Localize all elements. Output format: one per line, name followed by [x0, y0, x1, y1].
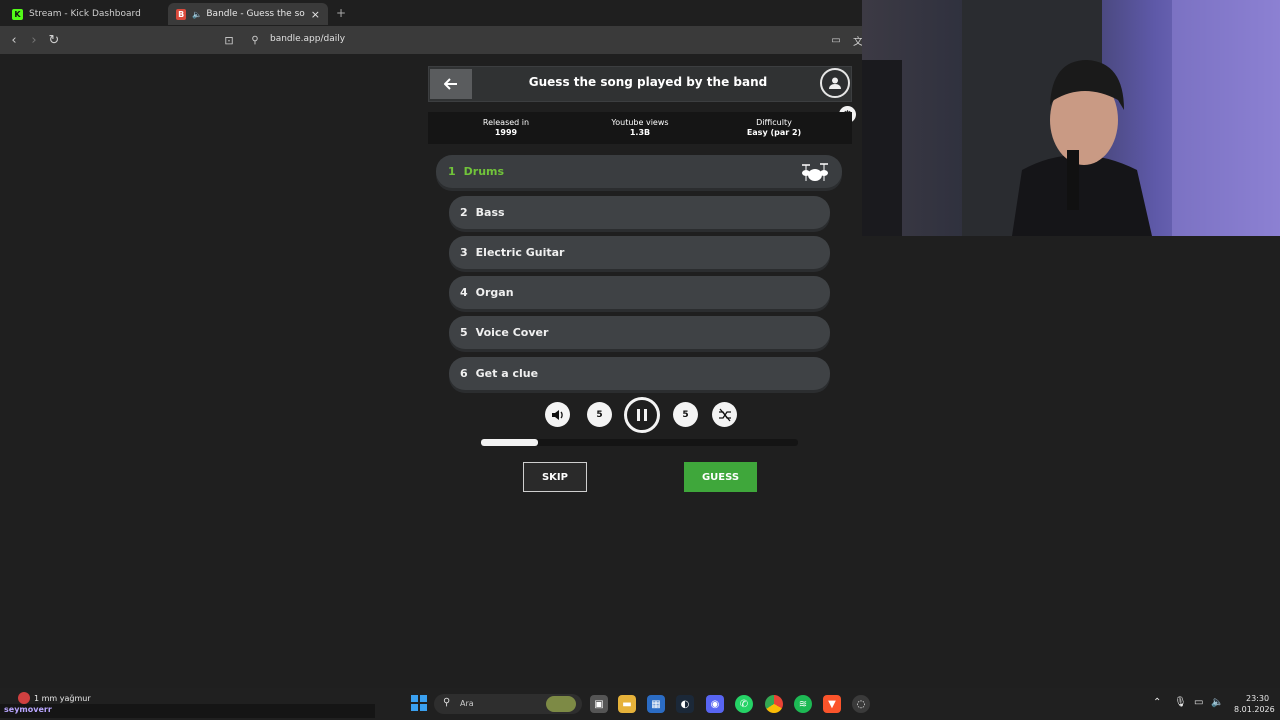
task-view-icon[interactable]: ▣ [590, 695, 608, 713]
browser-toolbar [0, 26, 862, 54]
stat-value: 1.3B [629, 128, 651, 137]
search-icon: ⚲ [443, 697, 451, 708]
speaker-icon: 🔈 [192, 9, 203, 19]
arrow-left-icon [444, 78, 457, 90]
brave-icon[interactable]: ▼ [823, 695, 841, 713]
shuffle-off-button[interactable] [712, 402, 737, 427]
kick-icon: K [12, 8, 23, 20]
user-profile-button[interactable] [820, 68, 850, 98]
discord-icon[interactable]: ◉ [706, 695, 724, 713]
weather-icon [18, 692, 30, 704]
pause-button[interactable] [624, 397, 660, 433]
instrument-number: 3 [460, 246, 468, 259]
rewind-5-icon: 5 [596, 409, 603, 420]
instrument-label: Electric Guitar [475, 246, 565, 259]
bandle-icon: B [176, 8, 187, 20]
whatsapp-icon[interactable]: ✆ [735, 695, 753, 713]
username-label: seymoverr [4, 705, 52, 714]
guess-button[interactable]: GUESS [684, 462, 757, 492]
forward-5-icon: 5 [682, 409, 689, 420]
tab-kick-dashboard[interactable]: K Stream - Kick Dashboard [4, 3, 164, 25]
instrument-row-drums[interactable]: 1 Drums [436, 155, 842, 188]
instrument-label: Bass [475, 206, 505, 219]
stat-value: 1999 [494, 128, 518, 137]
instrument-label: Voice Cover [475, 326, 549, 339]
steam-icon[interactable]: ◐ [676, 695, 694, 713]
app-icon[interactable]: ◌ [852, 695, 870, 713]
search-placeholder: Ara [460, 699, 474, 708]
release-year-stat: Released in 1999 [451, 118, 561, 138]
instrument-label: Drums [463, 165, 505, 178]
bookmark-icon[interactable]: ⊡ [221, 32, 237, 48]
site-info-icon[interactable]: ⚲ [247, 32, 263, 48]
windows-start-icon[interactable] [410, 694, 428, 712]
instrument-row-organ[interactable]: 4 Organ [449, 276, 830, 309]
tab-bandle[interactable]: B 🔈 Bandle - Guess the song, one × [168, 3, 328, 25]
forward-5-button[interactable]: 5 [673, 402, 698, 427]
difficulty-stat: Difficulty Easy (par 2) [719, 118, 829, 138]
close-tab-icon[interactable]: × [311, 8, 320, 21]
speaker-icon [551, 409, 563, 420]
spotify-icon[interactable]: ≋ [794, 695, 812, 713]
network-icon[interactable]: ▭ [1194, 697, 1203, 708]
cast-icon[interactable]: ▭ [828, 32, 844, 48]
instrument-number: 6 [460, 367, 468, 380]
clock-date[interactable]: 8.01.2026 [1234, 705, 1275, 714]
skip-button[interactable]: SKIP [523, 462, 587, 492]
volume-tray-icon[interactable]: 🔈 [1211, 697, 1223, 708]
clock-time[interactable]: 23:30 [1246, 694, 1269, 703]
playback-progress-fill [481, 439, 539, 446]
file-explorer-icon[interactable]: ▬ [618, 695, 636, 713]
instrument-row-get-a-clue[interactable]: 6 Get a clue [449, 357, 830, 390]
instrument-row-voice-cover[interactable]: 5 Voice Cover [449, 316, 830, 349]
stat-value: Easy (par 2) [746, 128, 802, 137]
chat-overlay-bar [0, 704, 375, 718]
webcam-overlay [862, 0, 1280, 236]
weather-text: 1 mm yağmur [34, 694, 91, 703]
instrument-label: Organ [475, 286, 514, 299]
pause-icon [637, 409, 647, 421]
stat-label: Youtube views [611, 118, 669, 127]
rewind-5-button[interactable]: 5 [587, 402, 612, 427]
back-icon[interactable]: ‹ [6, 32, 22, 48]
shuffle-off-icon [718, 408, 731, 421]
instrument-row-electric-guitar[interactable]: 3 Electric Guitar [449, 236, 830, 269]
instrument-number: 1 [448, 165, 456, 178]
tab-label: Bandle - Guess the song, one [206, 9, 305, 19]
chrome-icon[interactable] [765, 695, 783, 713]
microphone-icon[interactable]: 🎙 [1174, 697, 1187, 708]
back-arrow-button[interactable] [430, 69, 472, 99]
new-tab-button[interactable]: + [336, 6, 346, 20]
user-icon [829, 77, 841, 89]
stat-label: Difficulty [756, 118, 792, 127]
instrument-label: Get a clue [475, 367, 539, 380]
reload-icon[interactable]: ↻ [46, 32, 62, 48]
tray-chevron-icon[interactable]: ⌃ [1153, 697, 1161, 708]
tab-label: Stream - Kick Dashboard [29, 9, 141, 19]
windows-logo-icon [411, 695, 427, 711]
volume-button[interactable] [545, 402, 570, 427]
youtube-views-stat: Youtube views 1.3B [585, 118, 695, 138]
page-title: Guess the song played by the band [528, 75, 768, 89]
instrument-number: 5 [460, 326, 468, 339]
webcam-person-image [862, 0, 1280, 236]
instrument-row-bass[interactable]: 2 Bass [449, 196, 830, 229]
url-field[interactable]: bandle.app/daily [270, 34, 345, 44]
stat-label: Released in [482, 118, 530, 127]
forward-icon[interactable]: › [26, 32, 42, 48]
microsoft-store-icon[interactable]: ▦ [647, 695, 665, 713]
instrument-number: 4 [460, 286, 468, 299]
drum-kit-icon [802, 163, 828, 181]
taskbar-search-box[interactable]: ⚲ Ara [434, 694, 582, 714]
search-highlight-icon [546, 696, 576, 712]
instrument-number: 2 [460, 206, 468, 219]
